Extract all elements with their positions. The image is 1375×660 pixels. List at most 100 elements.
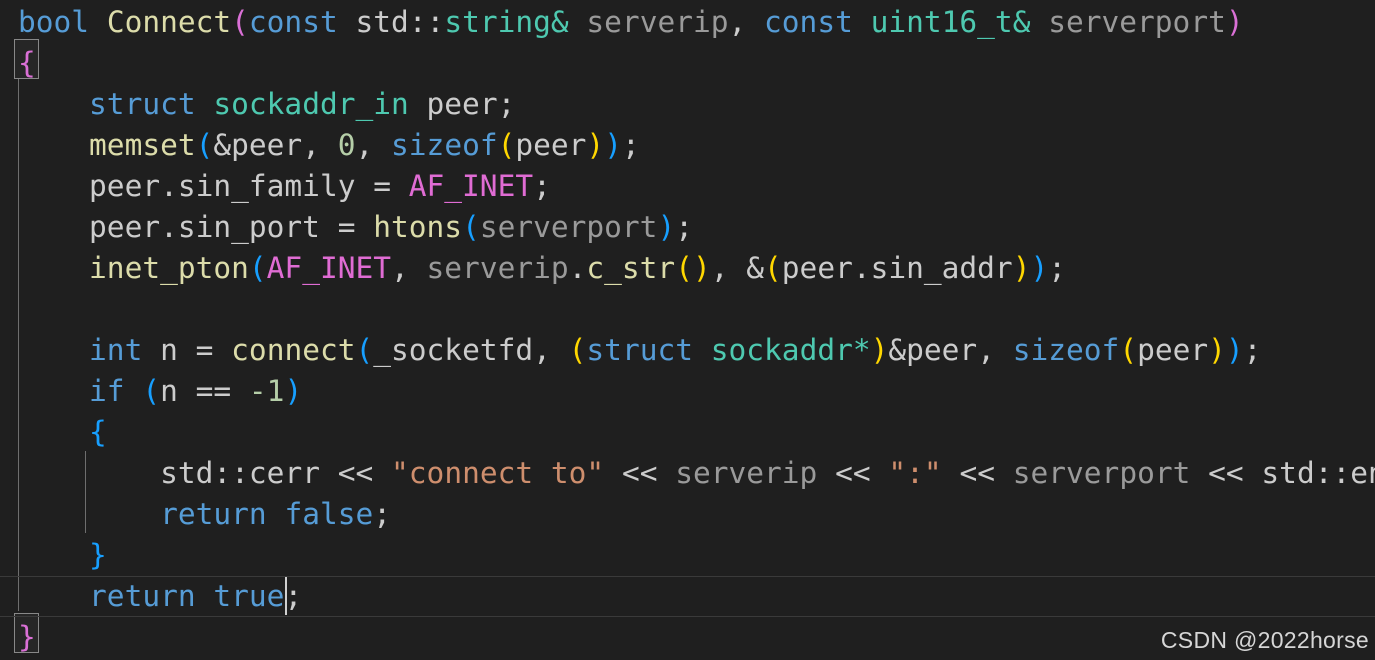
code-editor[interactable]: bool Connect( const std::string& serverip…: [0, 0, 1375, 660]
code-token: ;: [373, 497, 392, 531]
code-line[interactable]: bool Connect(const std::string& serverip…: [0, 2, 1375, 43]
code-token: AF_INET: [408, 169, 534, 203]
code-token: memset: [89, 128, 196, 162]
code-line[interactable]: }: [0, 535, 1375, 576]
code-line[interactable]: struct sockaddr_in peer;: [0, 84, 1375, 125]
code-token: peer: [89, 169, 161, 203]
code-token: ::: [1314, 456, 1351, 490]
code-token: peer: [781, 251, 853, 285]
code-token: ): [1012, 251, 1031, 285]
code-token: const: [764, 5, 853, 39]
code-token: }: [89, 538, 107, 572]
code-token: string&: [444, 5, 569, 39]
code-token: (: [497, 128, 516, 162]
code-token: connect: [231, 333, 356, 367]
code-token: {: [18, 46, 36, 80]
code-token: ;: [621, 128, 640, 162]
code-token: (: [248, 251, 267, 285]
code-line[interactable]: {: [0, 412, 1375, 453]
code-token: ): [692, 251, 711, 285]
code-line[interactable]: peer.sin_family = AF_INET;: [0, 166, 1375, 207]
code-token: serverip: [675, 456, 818, 490]
code-token: <<: [959, 456, 995, 490]
code-token: .: [160, 210, 178, 244]
code-line[interactable]: int n = connect(_socketfd, (struct socka…: [0, 330, 1375, 371]
code-token: {: [89, 415, 107, 449]
code-line[interactable]: [0, 289, 1375, 330]
code-token: ==: [177, 374, 249, 408]
code-token: (: [142, 374, 161, 408]
code-token: ;: [284, 579, 303, 613]
code-token: ): [657, 210, 676, 244]
code-token: ":": [888, 456, 942, 490]
code-token: false: [284, 497, 374, 531]
code-token: serverport: [479, 210, 658, 244]
code-line-container[interactable]: bool Connect( const std::string& serverip…: [0, 2, 1375, 658]
code-token: bool: [18, 5, 90, 39]
watermark-label: CSDN @2022horse: [1160, 627, 1369, 653]
code-token: ): [870, 333, 889, 367]
code-token: &peer: [888, 333, 978, 367]
code-token: endl: [1350, 456, 1375, 490]
code-token: sin_family: [177, 169, 356, 203]
code-token: std: [160, 456, 214, 490]
code-token: ): [1208, 333, 1226, 367]
code-token: ::: [408, 5, 445, 39]
code-line[interactable]: return false;: [0, 494, 1375, 535]
code-token: ;: [533, 169, 551, 203]
code-token: sockaddr_in: [213, 87, 409, 121]
code-token: (: [355, 333, 374, 367]
code-token: <<: [621, 456, 658, 490]
code-token: std: [1261, 456, 1315, 490]
code-line[interactable]: inet_pton(AF_INET, serverip.c_str(), &(p…: [0, 248, 1375, 289]
code-token: -1: [248, 374, 285, 408]
code-token: c_str: [586, 251, 676, 285]
code-token: Connect: [106, 5, 232, 39]
code-token: }: [18, 620, 36, 654]
code-token: ): [586, 128, 605, 162]
code-token: peer: [515, 128, 587, 162]
code-token: ): [1030, 251, 1049, 285]
code-line[interactable]: peer.sin_port = htons(serverport);: [0, 207, 1375, 248]
code-token: .: [852, 251, 871, 285]
code-token: <<: [1208, 456, 1244, 490]
code-token: ,: [533, 333, 569, 367]
code-token: (: [1119, 333, 1138, 367]
code-token: =: [319, 210, 374, 244]
code-token: ;: [675, 210, 693, 244]
code-line[interactable]: std::cerr << "connect to" << serverip <<…: [0, 453, 1375, 494]
code-token: &peer: [213, 128, 303, 162]
code-token: const: [248, 5, 338, 39]
code-token: (: [764, 251, 782, 285]
code-token: cerr: [248, 456, 320, 490]
code-line[interactable]: if (n == -1): [0, 371, 1375, 412]
code-token: return: [160, 497, 267, 531]
code-token: serverport: [1048, 5, 1226, 39]
code-token: ,: [977, 333, 1013, 367]
code-token: ,: [728, 5, 747, 39]
code-token: struct: [586, 333, 693, 367]
code-token: (: [568, 333, 587, 367]
code-token: sin_addr: [870, 251, 1013, 285]
code-token: "connect to": [391, 456, 605, 490]
code-token: =: [355, 169, 409, 203]
code-token: n: [160, 333, 178, 367]
code-token: ,: [302, 128, 338, 162]
code-line[interactable]: {: [0, 43, 1375, 84]
code-line[interactable]: return true;: [0, 576, 1375, 617]
code-token: &: [746, 251, 765, 285]
code-token: ,: [391, 251, 427, 285]
code-token: ): [1225, 5, 1244, 39]
code-line[interactable]: memset(&peer, 0, sizeof(peer));: [0, 125, 1375, 166]
code-token: uint16_t&: [870, 5, 1031, 39]
